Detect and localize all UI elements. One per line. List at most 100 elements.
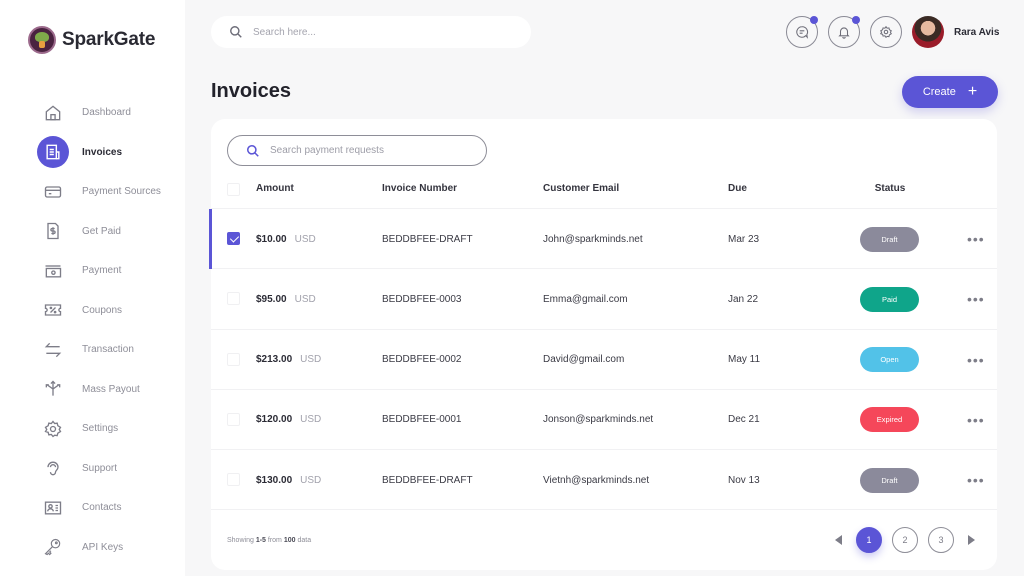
pagination-summary: Showing 1-5 from 100 data xyxy=(227,537,311,544)
create-button[interactable]: Create + xyxy=(902,76,998,108)
invoice-number: BEDDBFEE-0002 xyxy=(382,354,462,366)
table-body: $10.00 USD BEDDBFEE-DRAFT John@sparkminds… xyxy=(209,209,997,511)
sidebar-item-invoices[interactable]: Invoices xyxy=(0,133,185,173)
notifications-button[interactable] xyxy=(828,16,860,48)
table-header: Amount Invoice Number Customer Email Due… xyxy=(211,177,997,209)
table-row[interactable]: $130.00 USD BEDDBFEE-DRAFT Vietnh@sparkmi… xyxy=(211,450,997,511)
row-checkbox[interactable] xyxy=(227,232,240,245)
table-row[interactable]: $120.00 USD BEDDBFEE-0001 Jonson@sparkmin… xyxy=(211,390,997,451)
sidebar-item-label: Mass Payout xyxy=(82,383,140,395)
sidebar-item-support[interactable]: Support xyxy=(0,449,185,489)
due-date: Jan 22 xyxy=(728,293,759,305)
currency: USD xyxy=(300,354,322,366)
status-badge: Draft xyxy=(860,467,919,493)
sidebar-item-get-paid[interactable]: Get Paid xyxy=(0,212,185,252)
amount-value: $213.00 xyxy=(256,354,293,366)
payment-requests-search-input[interactable] xyxy=(270,145,470,156)
amount-value: $130.00 xyxy=(256,474,293,486)
status-badge: Expired xyxy=(860,407,919,433)
amount-value: $120.00 xyxy=(256,414,293,426)
gear-icon xyxy=(37,413,69,445)
table-row[interactable]: $10.00 USD BEDDBFEE-DRAFT John@sparkminds… xyxy=(209,209,997,270)
credit-card-icon xyxy=(37,176,69,208)
sidebar-item-label: Coupons xyxy=(82,304,123,316)
from-label: from xyxy=(267,537,282,544)
global-search-input[interactable] xyxy=(253,26,503,38)
logo-icon xyxy=(28,26,56,54)
column-header-amount[interactable]: Amount xyxy=(256,177,294,209)
total-count: 100 xyxy=(283,537,296,544)
cash-icon xyxy=(37,255,69,287)
sidebar-item-coupons[interactable]: Coupons xyxy=(0,291,185,331)
column-header-status[interactable]: Status xyxy=(860,177,920,209)
more-actions-icon[interactable]: ••• xyxy=(967,390,985,450)
sidebar-item-mass-payout[interactable]: Mass Payout xyxy=(0,370,185,410)
sidebar-item-settings[interactable]: Settings xyxy=(0,409,185,449)
table-row[interactable]: $213.00 USD BEDDBFEE-0002 David@gmail.com… xyxy=(211,330,997,390)
due-date: Dec 21 xyxy=(728,414,760,426)
more-actions-icon[interactable]: ••• xyxy=(967,450,985,510)
previous-page-icon[interactable] xyxy=(835,535,842,545)
create-button-label: Create xyxy=(922,86,956,98)
page-button-3[interactable]: 3 xyxy=(928,527,954,553)
payment-requests-search[interactable] xyxy=(227,135,487,166)
select-all-checkbox[interactable] xyxy=(227,183,240,196)
search-icon xyxy=(230,26,242,38)
row-checkbox[interactable] xyxy=(227,292,240,306)
sidebar-item-label: Support xyxy=(82,462,118,474)
next-page-icon[interactable] xyxy=(968,535,975,545)
amount-cell: $10.00 USD xyxy=(256,209,316,269)
page-title: Invoices xyxy=(211,80,292,102)
global-search[interactable] xyxy=(211,16,531,48)
sidebar-item-transaction[interactable]: Transaction xyxy=(0,330,185,370)
column-header-customer-email[interactable]: Customer Email xyxy=(543,177,619,209)
sidebar-item-dashboard[interactable]: Dashboard xyxy=(0,93,185,133)
due-date: Nov 13 xyxy=(728,474,760,486)
sidebar-nav: Dashboard Invoices Payment Sources Get P… xyxy=(0,93,185,567)
user-name[interactable]: Rara Avis xyxy=(954,27,999,38)
amount-cell: $213.00 USD xyxy=(256,330,321,390)
key-icon xyxy=(37,531,69,563)
sidebar-item-label: API Keys xyxy=(82,541,124,553)
row-checkbox[interactable] xyxy=(227,412,240,426)
customer-email: John@sparkminds.net xyxy=(543,233,643,245)
more-actions-icon[interactable]: ••• xyxy=(967,209,985,269)
customer-email: Vietnh@sparkminds.net xyxy=(543,474,650,486)
page-button-2[interactable]: 2 xyxy=(892,527,918,553)
page-button-1[interactable]: 1 xyxy=(856,527,882,553)
column-header-invoice-number[interactable]: Invoice Number xyxy=(382,177,457,209)
user-avatar[interactable] xyxy=(912,16,944,48)
currency: USD xyxy=(300,414,322,426)
table-row[interactable]: $95.00 USD BEDDBFEE-0003 Emma@gmail.com J… xyxy=(211,269,997,330)
more-actions-icon[interactable]: ••• xyxy=(967,330,985,390)
column-header-due[interactable]: Due xyxy=(728,177,747,209)
invoice-number: BEDDBFEE-DRAFT xyxy=(382,233,473,245)
status-cell: Paid xyxy=(860,269,919,329)
sidebar-item-label: Dashboard xyxy=(82,107,131,119)
logo[interactable]: SparkGate xyxy=(28,26,155,54)
showing-range: 1-5 xyxy=(255,537,266,544)
sidebar-item-payment-sources[interactable]: Payment Sources xyxy=(0,172,185,212)
invoice-number: BEDDBFEE-DRAFT xyxy=(382,474,473,486)
coupon-icon xyxy=(37,294,69,326)
amount-cell: $120.00 USD xyxy=(256,390,321,450)
chat-icon xyxy=(796,26,809,39)
sidebar-item-payment[interactable]: Payment xyxy=(0,251,185,291)
pagination: 1 2 3 xyxy=(835,527,975,553)
status-cell: Expired xyxy=(860,390,919,450)
contact-card-icon xyxy=(37,492,69,524)
row-checkbox[interactable] xyxy=(227,473,240,487)
sidebar-item-api-keys[interactable]: API Keys xyxy=(0,528,185,568)
sidebar-item-label: Invoices xyxy=(82,146,123,158)
messages-button[interactable] xyxy=(786,16,818,48)
sidebar-item-label: Payment Sources xyxy=(82,186,161,198)
currency: USD xyxy=(300,474,322,486)
plus-icon: + xyxy=(967,83,978,100)
customer-email: David@gmail.com xyxy=(543,354,625,366)
sidebar-item-contacts[interactable]: Contacts xyxy=(0,488,185,528)
currency: USD xyxy=(294,233,316,245)
settings-button[interactable] xyxy=(870,16,902,48)
amount-cell: $130.00 USD xyxy=(256,450,321,510)
row-checkbox[interactable] xyxy=(227,352,240,366)
more-actions-icon[interactable]: ••• xyxy=(967,269,985,329)
